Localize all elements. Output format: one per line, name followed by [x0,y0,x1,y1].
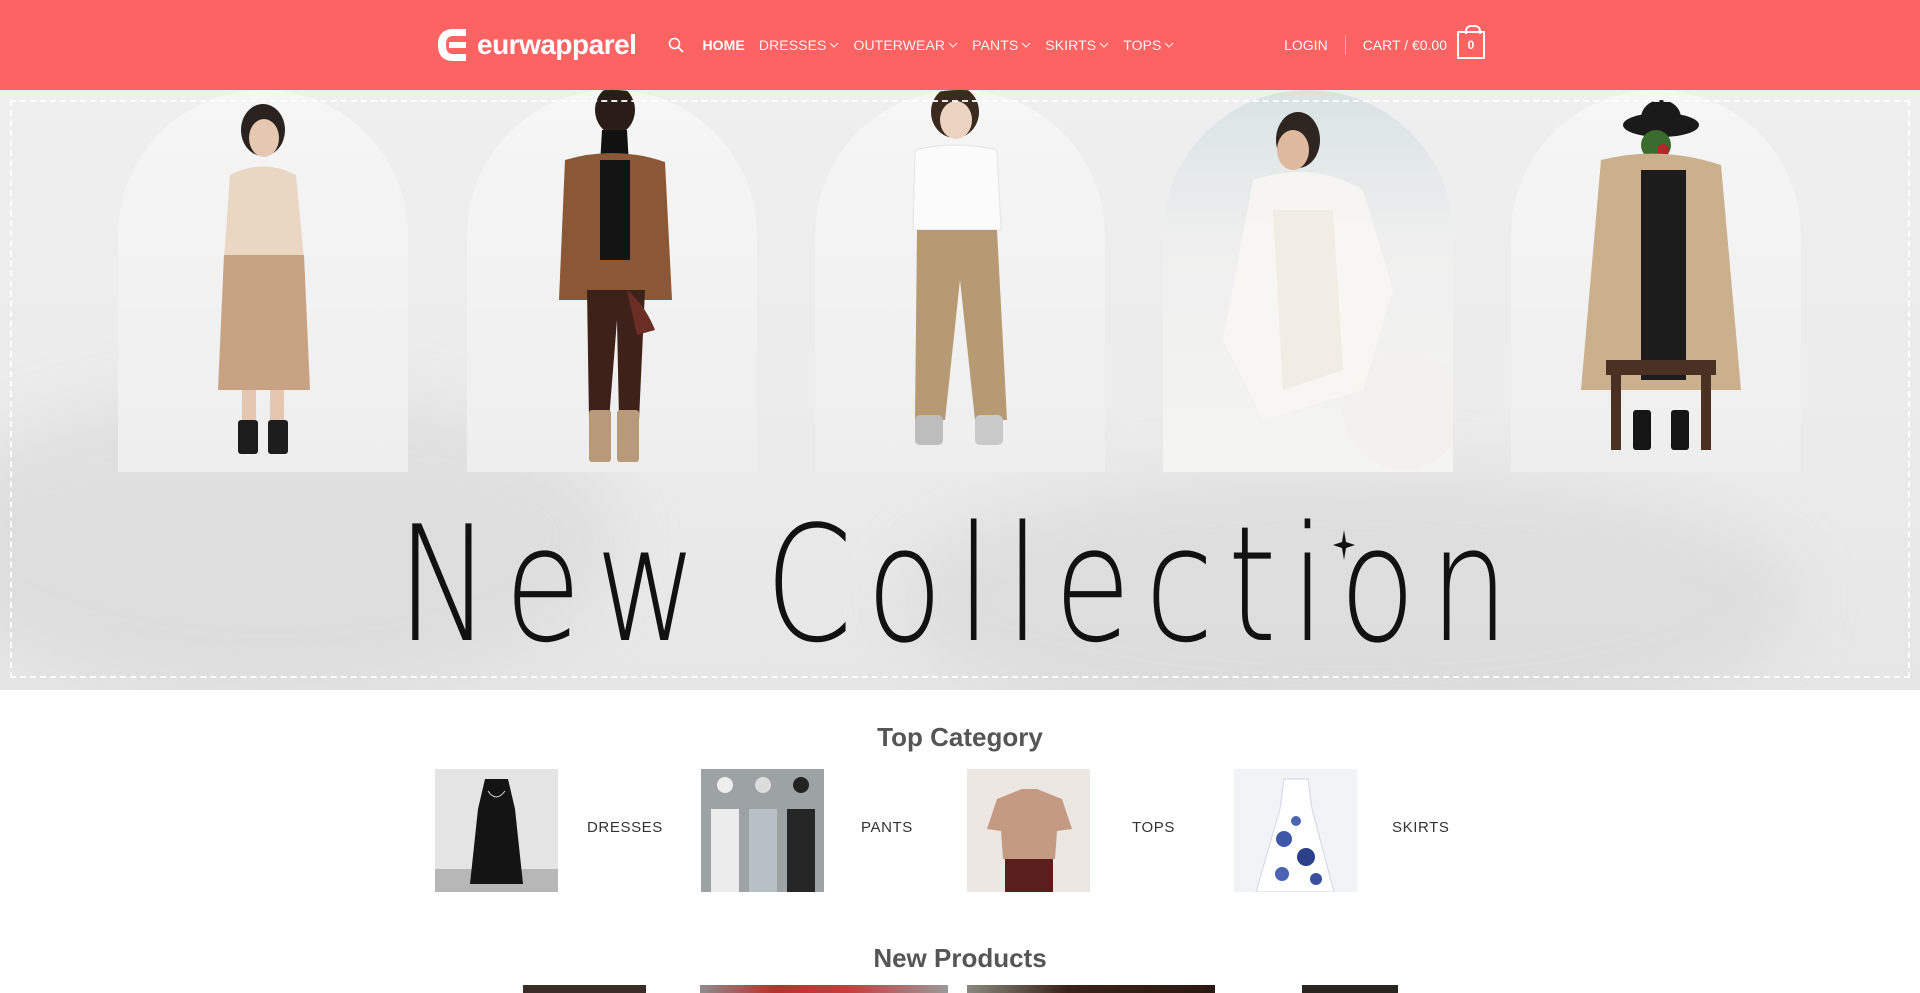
chevron-down-icon [1099,42,1109,48]
nav-item-pants[interactable]: PANTS [972,37,1031,53]
cart-total: CART / €0.00 [1362,37,1447,53]
product-card-image[interactable] [700,985,948,993]
category-image [1234,769,1357,892]
chevron-down-icon [1165,42,1174,48]
nav-item-tops[interactable]: TOPS [1123,37,1174,53]
category-tops[interactable]: TOPS [967,769,1174,892]
chevron-down-icon [830,42,839,48]
nav-item-label: OUTERWEAR [853,37,946,53]
hero-banner[interactable]: New Collection [0,90,1920,690]
category-grid: DRESSES PANTS TOPS SKIRTS [435,769,1485,892]
site-header: eurwapparel HOME DRESSES OUTERWEAR PANTS… [0,0,1920,90]
search-icon[interactable] [666,35,686,55]
nav-item-label: TOPS [1123,37,1162,53]
product-card-image[interactable] [1302,985,1398,993]
nav-item-dresses[interactable]: DRESSES [759,37,840,53]
category-image [967,769,1090,892]
category-label: PANTS [861,819,913,836]
nav-item-home[interactable]: HOME [702,37,744,53]
header-divider [1344,35,1346,55]
category-image [701,769,824,892]
logo-link[interactable]: eurwapparel [435,27,637,63]
product-card-image[interactable] [523,985,646,993]
main-nav: HOME DRESSES OUTERWEAR PANTS SKIRTS TOPS [666,35,1174,55]
nav-item-label: HOME [702,37,745,53]
hero-dashed-frame [10,100,1910,678]
nav-item-label: SKIRTS [1045,37,1097,53]
category-skirts[interactable]: SKIRTS [1234,769,1449,892]
category-image [435,769,558,892]
chevron-down-icon [1021,42,1031,48]
nav-item-label: PANTS [972,37,1019,53]
category-dresses[interactable]: DRESSES [435,769,662,892]
nav-item-outerwear[interactable]: OUTERWEAR [853,37,958,53]
nav-item-skirts[interactable]: SKIRTS [1045,37,1109,53]
category-label: TOPS [1132,819,1175,836]
eurwapparel-logo-icon [435,27,471,63]
cart-link[interactable]: CART / €0.00 0 [1362,25,1485,59]
cart-count-badge: 0 [1457,25,1485,59]
chevron-down-icon [948,42,958,48]
product-card-image[interactable] [967,985,1215,993]
login-link[interactable]: LOGIN [1284,37,1328,53]
category-label: SKIRTS [1392,819,1450,836]
nav-item-label: DRESSES [758,37,827,53]
new-products-row [0,985,1920,993]
header-inner: eurwapparel HOME DRESSES OUTERWEAR PANTS… [435,0,1485,90]
category-pants[interactable]: PANTS [701,769,912,892]
header-account: LOGIN CART / €0.00 0 [1284,25,1485,59]
top-category-title: Top Category [877,722,1043,752]
category-label: DRESSES [587,819,663,836]
new-products-title: New Products [873,943,1047,973]
logo-text: eurwapparel [477,29,637,60]
